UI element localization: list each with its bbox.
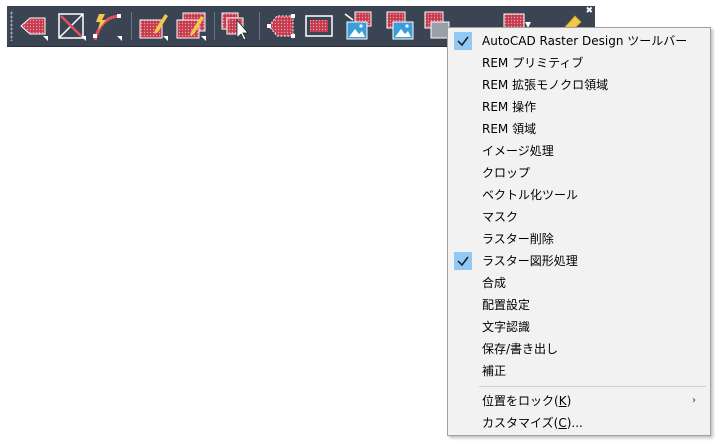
menu-item-label: 補正 — [482, 364, 507, 378]
checkmark-icon — [454, 32, 472, 50]
image-insert-button[interactable] — [343, 10, 375, 42]
menu-item-label: イメージ処理 — [482, 144, 554, 158]
menu-item-toolbar-toggle[interactable]: ラスター削除 — [450, 228, 708, 250]
select-cursor-icon — [221, 12, 249, 41]
menu-item-toolbar-toggle[interactable]: REM 操作 — [450, 96, 708, 118]
menu-item-label: AutoCAD Raster Design ツールバー — [482, 34, 688, 48]
menu-item-label: 配置設定 — [482, 298, 531, 312]
menu-item-label: REM 拡張モノクロ領域 — [482, 78, 609, 92]
menu-item-toolbar-toggle[interactable]: REM プリミティブ — [450, 52, 708, 74]
toolbar-separator — [214, 12, 215, 40]
menu-item-label: ラスター図形処理 — [482, 254, 578, 268]
menu-item-toolbar-toggle[interactable]: イメージ処理 — [450, 140, 708, 162]
menu-item-label: 保存/書き出し — [482, 342, 559, 356]
menu-item-toolbar-toggle[interactable]: AutoCAD Raster Design ツールバー — [450, 30, 708, 52]
rem-region-icon — [20, 17, 48, 41]
select-button[interactable] — [219, 10, 251, 42]
checkmark-icon — [454, 252, 472, 270]
polygon-region-button[interactable] — [265, 10, 297, 42]
menu-item-toolbar-toggle[interactable]: 配置設定 — [450, 294, 708, 316]
menu-item-lock-position[interactable]: 位置をロック(K) › — [450, 390, 708, 412]
menu-item-label: ベクトル化ツール — [482, 188, 579, 202]
menu-item-toolbar-toggle[interactable]: 保存/書き出し — [450, 338, 708, 360]
menu-item-toolbar-toggle[interactable]: REM 領域 — [450, 118, 708, 140]
menu-item-label: REM プリミティブ — [482, 56, 584, 70]
toolbar-separator — [131, 12, 132, 40]
menu-item-label: マスク — [482, 210, 519, 224]
rem-region-button[interactable] — [17, 10, 49, 42]
rem-arc-button[interactable] — [91, 10, 123, 42]
menu-item-label: 位置をロック(K) — [482, 394, 572, 408]
rem-edit-multi-icon — [176, 12, 206, 41]
menu-item-toolbar-toggle[interactable]: 補正 — [450, 360, 708, 382]
menu-item-toolbar-toggle[interactable]: ラスター図形処理 — [450, 250, 708, 272]
menu-item-label: REM 操作 — [482, 100, 537, 114]
image-layer-button[interactable] — [383, 10, 415, 42]
rem-edit-icon — [139, 14, 168, 41]
menu-item-toolbar-toggle[interactable]: クロップ — [450, 162, 708, 184]
image-layer-icon — [386, 11, 414, 40]
menu-item-label: REM 領域 — [482, 122, 537, 136]
toolbar-context-menu: AutoCAD Raster Design ツールバー REM プリミティブ REM… — [447, 27, 711, 436]
rem-line-delete-icon — [58, 13, 86, 41]
menu-item-customize[interactable]: カスタマイズ(C)... — [450, 412, 708, 434]
menu-item-toolbar-toggle[interactable]: ベクトル化ツール — [450, 184, 708, 206]
toolbar-close-icon[interactable]: ✖ — [585, 7, 593, 16]
submenu-chevron-right-icon: › — [692, 395, 696, 406]
rectangle-region-button[interactable] — [303, 10, 335, 42]
menu-item-label: カスタマイズ(C)... — [482, 416, 583, 430]
menu-separator — [479, 386, 706, 387]
menu-item-label: クロップ — [482, 166, 531, 180]
menu-item-toolbar-toggle[interactable]: 合成 — [450, 272, 708, 294]
image-insert-icon — [344, 11, 372, 40]
polygon-region-icon — [267, 14, 295, 38]
toolbar-separator — [259, 12, 260, 40]
menu-item-label: 文字認識 — [482, 320, 531, 334]
menu-item-toolbar-toggle[interactable]: 文字認識 — [450, 316, 708, 338]
menu-item-toolbar-toggle[interactable]: REM 拡張モノクロ領域 — [450, 74, 708, 96]
rem-edit-multi-button[interactable] — [175, 10, 207, 42]
rem-edit-button[interactable] — [137, 10, 169, 42]
menu-item-label: 合成 — [482, 276, 507, 290]
rem-line-delete-button[interactable] — [55, 10, 87, 42]
menu-item-label: ラスター削除 — [482, 232, 554, 246]
rectangle-region-icon — [305, 15, 333, 37]
menu-item-toolbar-toggle[interactable]: マスク — [450, 206, 708, 228]
toolbar-grip-handle[interactable] — [10, 11, 13, 41]
rem-arc-lightning-icon — [93, 14, 122, 41]
